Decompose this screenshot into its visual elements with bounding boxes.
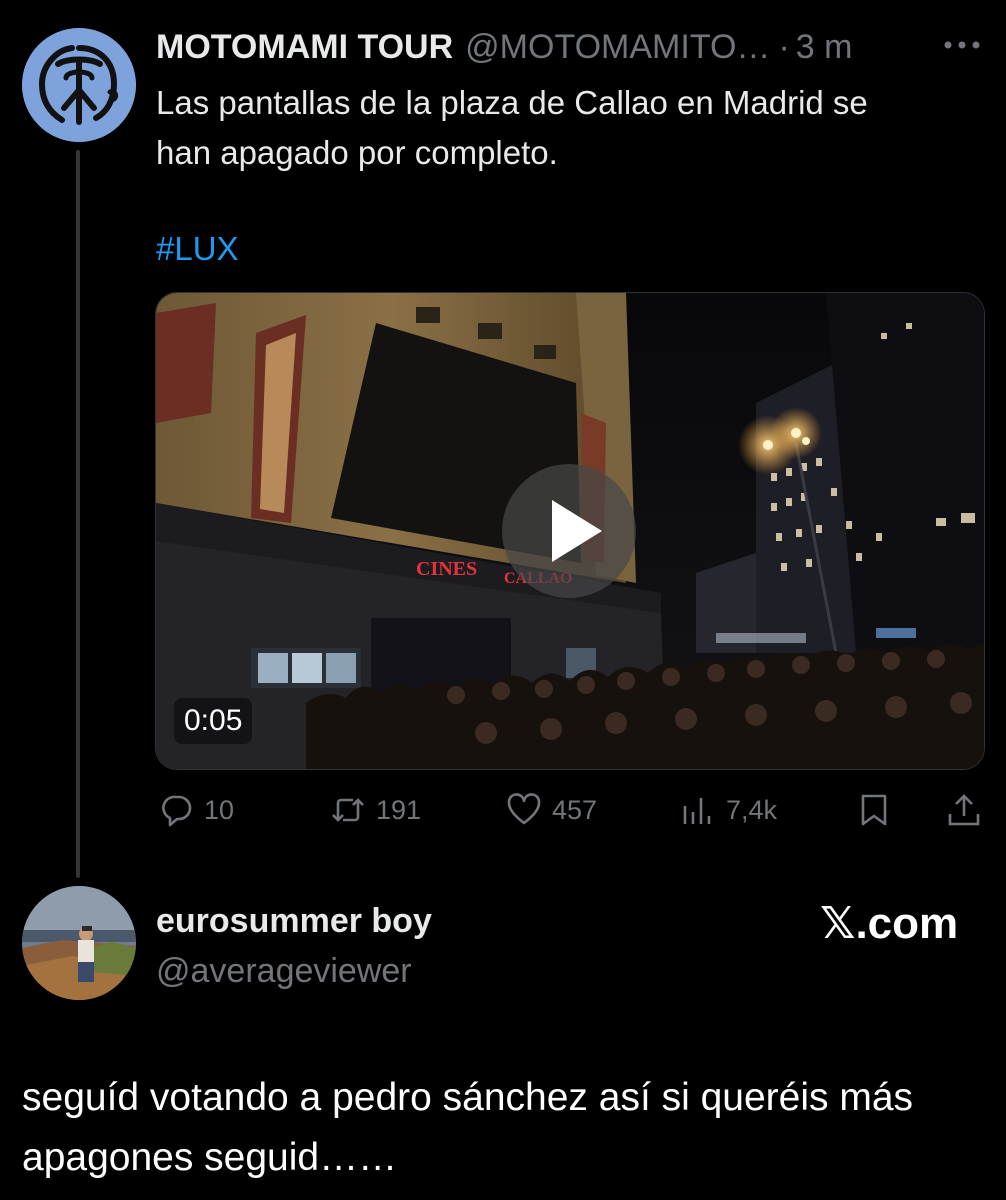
share-upload-icon	[948, 794, 980, 826]
author-display-name[interactable]: MOTOMAMI TOUR	[156, 28, 453, 67]
profile-photo	[22, 886, 136, 1000]
video-duration-badge: 0:05	[174, 698, 253, 744]
reply-author-name[interactable]: eurosummer boy	[156, 902, 432, 941]
reply-action[interactable]: 10	[158, 790, 234, 830]
motomami-avatar[interactable]	[22, 28, 136, 142]
reply-author-handle[interactable]: @averageviewer	[156, 952, 412, 991]
tweet-timestamp[interactable]: 3 m	[796, 28, 853, 67]
views-action[interactable]: 7,4k	[680, 790, 777, 830]
play-button[interactable]	[502, 464, 636, 598]
bookmark-icon	[861, 794, 887, 826]
heart-icon	[507, 793, 541, 825]
repost-action[interactable]: 191	[330, 790, 421, 830]
view-count: 7,4k	[726, 794, 778, 825]
tweet-header: MOTOMAMI TOUR @MOTOMAMITO… · 3 m	[156, 24, 852, 70]
header-separator: ·	[778, 27, 790, 66]
tweet-text: Las pantallas de la plaza de Callao en M…	[156, 78, 986, 178]
more-options-icon[interactable]	[940, 30, 984, 60]
like-action[interactable]: 457	[506, 790, 597, 830]
reply-text: seguíd votando a pedro sánchez así si qu…	[22, 1076, 914, 1179]
tweet-text-line-1: Las pantallas de la plaza de Callao en M…	[156, 84, 868, 121]
reply-bubble-icon	[162, 795, 192, 827]
repost-icon	[332, 798, 364, 822]
reply-count: 10	[204, 794, 235, 825]
bookmark-action[interactable]	[856, 790, 892, 830]
repost-count: 191	[376, 794, 422, 825]
share-action[interactable]	[946, 790, 982, 830]
like-count: 457	[552, 794, 598, 825]
play-icon	[552, 500, 602, 562]
author-handle[interactable]: @MOTOMAMITO…	[465, 28, 770, 67]
eurosummer-avatar[interactable]	[22, 886, 136, 1000]
views-bar-chart-icon	[683, 798, 711, 824]
cines-sign: CINES	[416, 558, 477, 580]
x-com-watermark: 𝕏.com	[820, 899, 959, 948]
peace-logo-icon	[22, 28, 136, 142]
thread-connector-line	[76, 150, 80, 878]
hashtag-link[interactable]: #LUX	[156, 226, 239, 272]
tweet-text-line-2: han apagado por completo.	[156, 134, 558, 171]
